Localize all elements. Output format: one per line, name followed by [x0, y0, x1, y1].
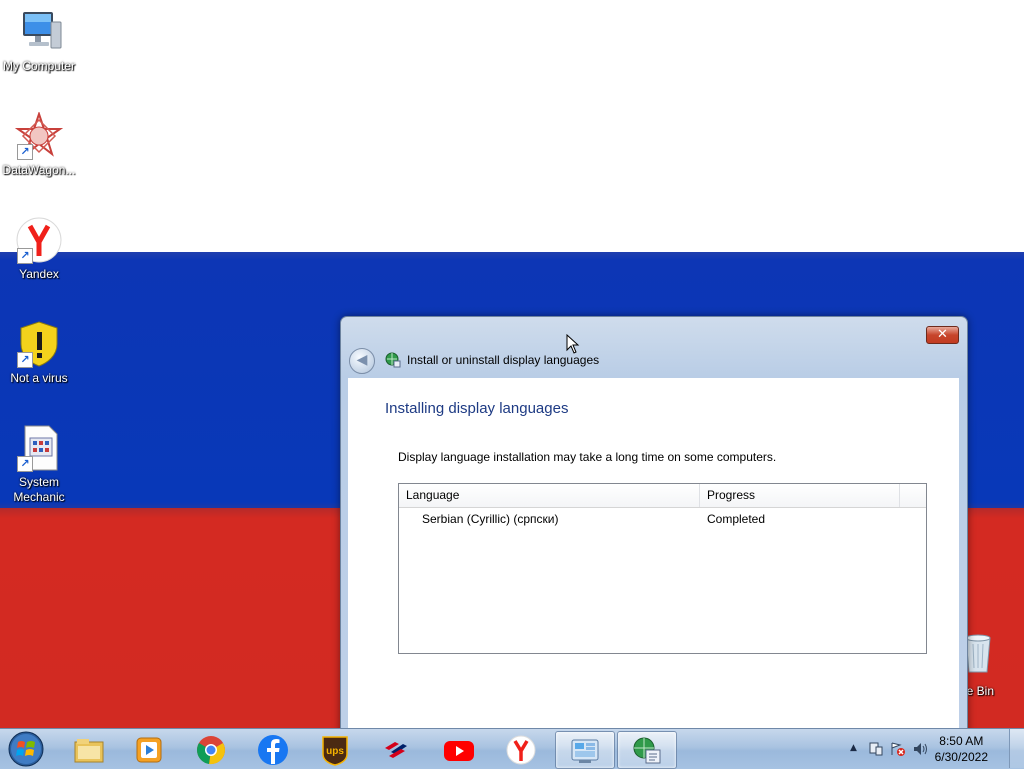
shortcut-arrow-icon: ↗: [17, 456, 33, 472]
progress-cell: Completed: [707, 512, 766, 526]
taskbar-ups[interactable]: ups: [306, 731, 364, 767]
language-globe-icon: [385, 352, 401, 368]
desktop-icon-label: Not a virus: [10, 371, 68, 385]
taskbar-bank-of-america[interactable]: [368, 731, 426, 767]
control-panel-icon: [569, 735, 601, 767]
close-button[interactable]: ✕: [926, 326, 959, 344]
action-center-icon[interactable]: [868, 741, 884, 760]
navigation-bar: ◀ Install or uninstall display languages: [349, 348, 949, 374]
notification-area: ▲ 8:50 AM 6/30/2022: [834, 729, 1024, 769]
taskbar-language-installer[interactable]: [617, 731, 677, 769]
system-clock[interactable]: 8:50 AM 6/30/2022: [935, 733, 988, 765]
yandex-icon: [505, 734, 537, 766]
show-desktop-button[interactable]: [1009, 729, 1024, 768]
datawagon-icon: ↗: [14, 110, 64, 160]
column-header-language[interactable]: Language: [399, 484, 700, 507]
desktop-icon-system-mechanic[interactable]: ↗ System Mechanic: [0, 424, 78, 505]
shortcut-arrow-icon: ↗: [17, 144, 33, 160]
show-hidden-icons-button[interactable]: ▲: [850, 743, 857, 753]
start-button[interactable]: [6, 730, 46, 768]
computer-icon: [15, 8, 63, 56]
mouse-cursor-icon: [566, 333, 580, 354]
taskbar: ups ▲ 8:50 AM 6/30/2022: [0, 728, 1024, 769]
flag-white-band: [0, 0, 1024, 252]
desktop-icon-yandex[interactable]: ↗ Yandex: [0, 216, 78, 282]
ups-icon: ups: [319, 734, 351, 766]
column-header-progress[interactable]: Progress: [700, 484, 900, 507]
chrome-icon: [195, 734, 227, 766]
taskbar-chrome[interactable]: [182, 731, 240, 767]
desktop-icon-datawagon[interactable]: ↗ DataWagon...: [0, 110, 78, 178]
clock-time: 8:50 AM: [939, 734, 984, 748]
back-button[interactable]: ◀: [349, 348, 375, 374]
display-languages-window: ✕ ◀ Install or uninstall display languag…: [340, 316, 968, 728]
folder-icon: [73, 734, 105, 766]
taskbar-media-player[interactable]: [120, 731, 178, 767]
taskbar-explorer[interactable]: [60, 731, 118, 767]
facebook-icon: [257, 734, 289, 766]
desktop-icon-label: My Computer: [2, 59, 76, 73]
warning-shield-icon: ↗: [15, 320, 63, 368]
desktop-icon-label: System Mechanic: [13, 475, 65, 504]
taskbar-youtube[interactable]: [430, 731, 488, 767]
window-title: Install or uninstall display languages: [407, 353, 600, 367]
desktop-icon-label: DataWagon...: [2, 163, 76, 177]
taskbar-yandex[interactable]: [492, 731, 550, 767]
taskbar-control-panel[interactable]: [555, 731, 615, 769]
desktop-icon-label: Yandex: [19, 267, 59, 281]
yandex-icon: ↗: [15, 216, 63, 264]
shortcut-arrow-icon: ↗: [17, 352, 33, 368]
bank-of-america-icon: [381, 734, 413, 766]
desktop-icon-my-computer[interactable]: My Computer: [0, 8, 78, 74]
network-warning-icon[interactable]: [890, 741, 906, 760]
svg-text:ups: ups: [326, 746, 344, 757]
desktop-icon-not-a-virus[interactable]: ↗ Not a virus: [0, 320, 78, 386]
taskbar-facebook[interactable]: [244, 731, 302, 767]
list-header: Language Progress: [399, 484, 926, 508]
shortcut-arrow-icon: ↗: [17, 248, 33, 264]
window-content: Installing display languages Display lan…: [348, 378, 959, 728]
desktop: My Computer ↗ DataWagon... ↗ Yandex ↗ No…: [0, 0, 1024, 728]
page-heading: Installing display languages: [385, 400, 569, 417]
clock-date: 6/30/2022: [934, 750, 988, 764]
info-text: Display language installation may take a…: [398, 450, 777, 464]
volume-icon[interactable]: [912, 741, 928, 760]
youtube-icon: [443, 734, 475, 766]
list-item[interactable]: Serbian (Cyrillic) (српски) Completed: [399, 508, 926, 530]
system-mechanic-icon: ↗: [15, 424, 63, 472]
language-progress-list[interactable]: Language Progress Serbian (Cyrillic) (ср…: [398, 483, 927, 654]
language-globe-icon: [631, 735, 663, 767]
language-cell: Serbian (Cyrillic) (српски): [422, 512, 559, 526]
media-player-icon: [133, 734, 165, 766]
